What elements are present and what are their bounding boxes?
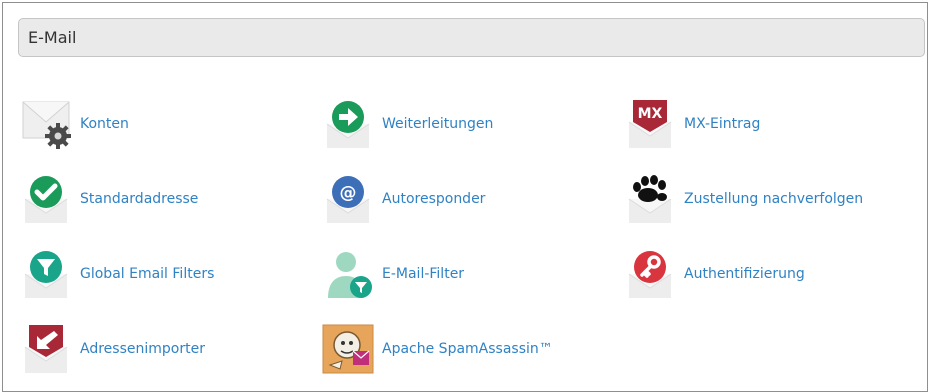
key-envelope-icon (624, 248, 676, 300)
section-header: E-Mail (18, 18, 925, 57)
item-autoresponder[interactable]: @ Autoresponder (322, 173, 485, 225)
user-filter-icon (322, 248, 374, 300)
item-global-email-filters[interactable]: Global Email Filters (20, 248, 214, 300)
paw-print-envelope-icon (624, 173, 676, 225)
item-label-adressenimporter: Adressenimporter (80, 341, 205, 357)
item-label-zustellung: Zustellung nachverfolgen (684, 191, 864, 207)
item-label-mx-eintrag: MX-Eintrag (684, 116, 761, 132)
item-zustellung[interactable]: Zustellung nachverfolgen (624, 173, 863, 225)
envelope-gear-icon (20, 98, 72, 150)
item-spamassassin[interactable]: Apache SpamAssassin™ (322, 323, 553, 375)
item-label-e-mail-filter: E-Mail-Filter (382, 266, 465, 282)
funnel-envelope-icon (20, 248, 72, 300)
at-sign-envelope-icon: @ (322, 173, 374, 225)
svg-text:@: @ (340, 183, 357, 203)
item-standardadresse[interactable]: Standardadresse (20, 173, 198, 225)
item-label-spamassassin: Apache SpamAssassin™ (382, 341, 553, 357)
svg-text:MX: MX (638, 106, 663, 122)
item-label-weiterleitungen: Weiterleitungen (382, 116, 494, 132)
item-label-konten: Konten (80, 116, 129, 132)
item-adressenimporter[interactable]: Adressenimporter (20, 323, 205, 375)
spamassassin-icon (322, 323, 374, 375)
checkmark-envelope-icon (20, 173, 72, 225)
forward-arrow-envelope-icon (322, 98, 374, 150)
item-mx-eintrag[interactable]: MX MX-Eintrag (624, 98, 760, 150)
item-e-mail-filter[interactable]: E-Mail-Filter (322, 248, 464, 300)
item-authentifizierung[interactable]: Authentifizierung (624, 248, 805, 300)
item-label-authentifizierung: Authentifizierung (684, 266, 805, 282)
mx-envelope-icon: MX (624, 98, 676, 150)
section-title: E-Mail (28, 28, 77, 47)
email-panel: E-Mail Konten Weiterleitungen MX MX-Eint… (2, 2, 928, 392)
item-weiterleitungen[interactable]: Weiterleitungen (322, 98, 493, 150)
item-label-global-email-filters: Global Email Filters (80, 266, 215, 282)
item-label-autoresponder: Autoresponder (382, 191, 486, 207)
import-arrow-envelope-icon (20, 323, 72, 375)
item-label-standardadresse: Standardadresse (80, 191, 199, 207)
item-konten[interactable]: Konten (20, 98, 129, 150)
